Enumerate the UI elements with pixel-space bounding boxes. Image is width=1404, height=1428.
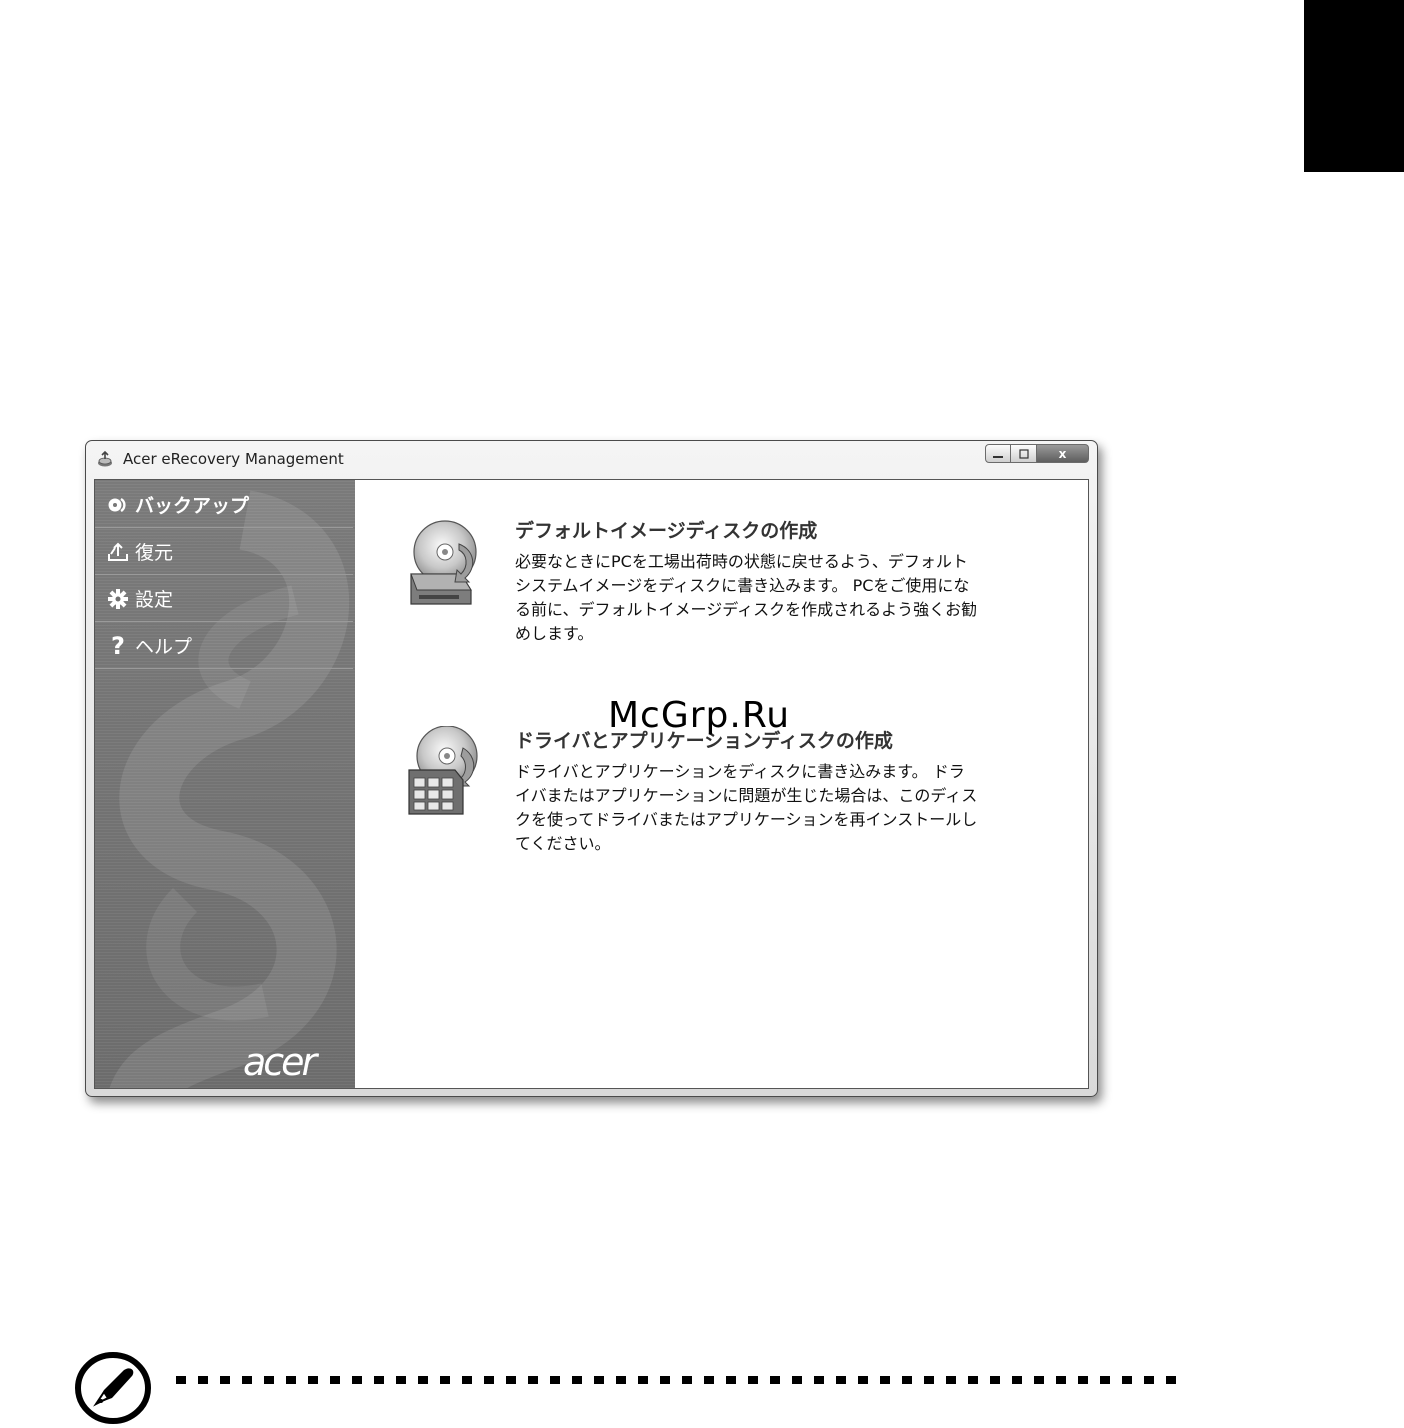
sidebar-item-settings[interactable]: 設定 (95, 576, 353, 622)
sidebar-item-label: バックアップ (135, 495, 250, 517)
option-description: ドライバとアプリケーションをディスクに書き込みます。 ドラ イバまたはアプリケー… (515, 762, 978, 853)
disc-drive-icon (410, 520, 477, 605)
close-icon: x (1058, 446, 1067, 461)
gear-icon (107, 588, 129, 610)
watermark-text: McGrp.Ru (608, 695, 791, 736)
acer-logo: acer (243, 1040, 317, 1084)
disc-apps-icon (408, 726, 478, 815)
minimize-icon (993, 455, 1003, 458)
sidebar: バックアップ 復元 設定 ? ヘルプ acer (95, 480, 355, 1088)
sidebar-item-restore[interactable]: 復元 (95, 529, 353, 575)
chapter-tab (1304, 0, 1404, 172)
maximize-button[interactable] (1011, 444, 1037, 463)
sidebar-item-help[interactable]: ? ヘルプ (95, 623, 353, 669)
restore-icon (107, 541, 129, 563)
note-pen-icon (75, 1352, 151, 1424)
app-icon (98, 450, 112, 467)
erecovery-window: Acer eRecovery Management x バックアップ 復元 設定… (85, 440, 1098, 1097)
window-controls: x (985, 444, 1089, 465)
sidebar-item-label: ヘルプ (135, 636, 193, 658)
note-divider (176, 1376, 1188, 1384)
window-title: Acer eRecovery Management (123, 450, 344, 468)
window-client: バックアップ 復元 設定 ? ヘルプ acer デフォルトイメージディスクの作成… (94, 479, 1089, 1089)
disc-icon (107, 494, 129, 516)
minimize-button[interactable] (985, 444, 1011, 463)
option-description: 必要なときにPCを工場出荷時の状態に戻せるよう、デフォルト システムイメージをデ… (515, 552, 978, 643)
sidebar-item-backup[interactable]: バックアップ (95, 482, 353, 528)
close-button[interactable]: x (1037, 444, 1089, 463)
sidebar-item-label: 設定 (135, 589, 174, 611)
content-panel: デフォルトイメージディスクの作成 必要なときにPCを工場出荷時の状態に戻せるよう… (355, 480, 1088, 1088)
help-icon: ? (111, 631, 125, 660)
title-bar[interactable]: Acer eRecovery Management x (86, 441, 1097, 477)
option-title: デフォルトイメージディスクの作成 (515, 520, 818, 542)
maximize-icon (1018, 448, 1029, 459)
sidebar-item-label: 復元 (135, 542, 174, 564)
